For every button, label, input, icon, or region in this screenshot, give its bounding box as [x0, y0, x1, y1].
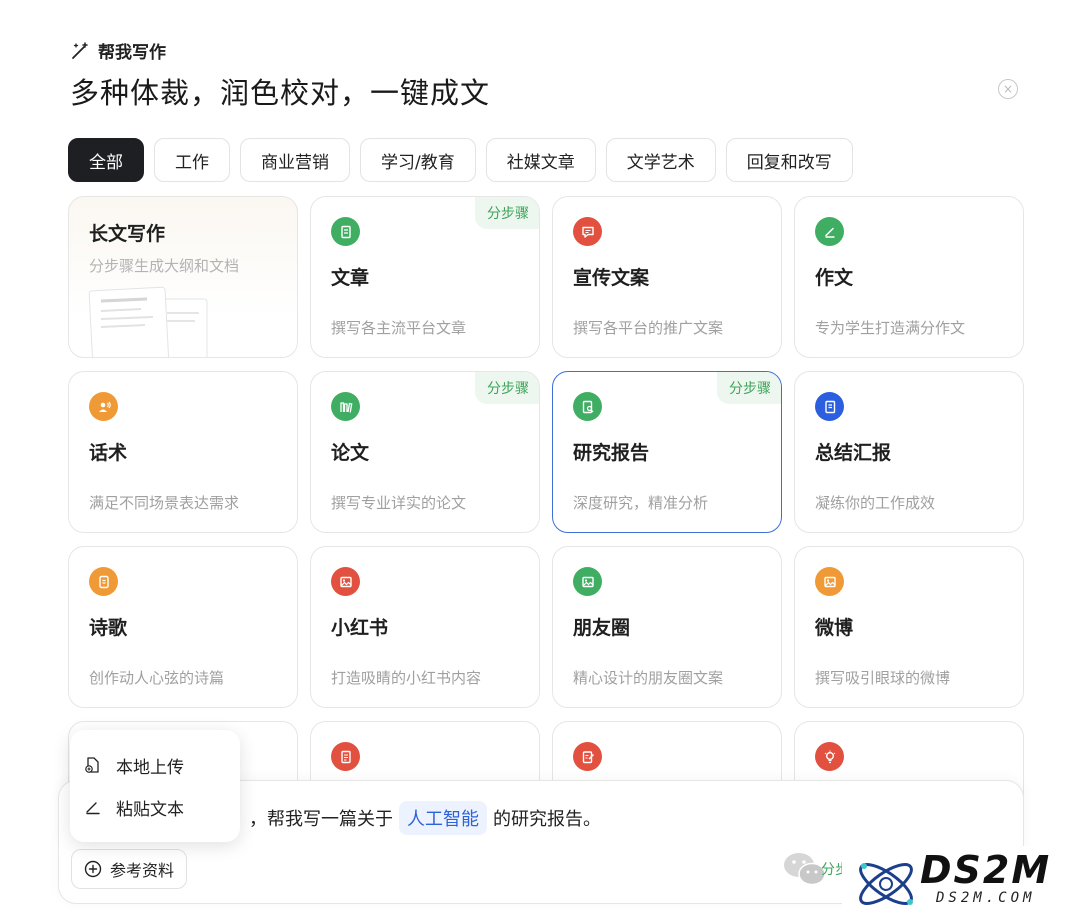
card-7[interactable]: 总结汇报凝练你的工作成效 [794, 371, 1024, 533]
tab-6[interactable]: 回复和改写 [725, 138, 853, 182]
watermark-logo: DS2M DS2M.COM [842, 846, 1080, 918]
card-desc: 撰写吸引眼球的微博 [815, 669, 951, 687]
card-2[interactable]: 宣传文案撰写各平台的推广文案 [552, 196, 782, 358]
card-title: 小红书 [331, 617, 389, 639]
card-desc: 创作动人心弦的诗篇 [89, 669, 225, 687]
image-icon [573, 567, 602, 596]
tab-5[interactable]: 文学艺术 [605, 138, 716, 182]
image-icon [331, 567, 360, 596]
card-title: 诗歌 [89, 617, 128, 639]
doc-search-icon [573, 392, 602, 421]
card-desc: 深度研究，精准分析 [573, 494, 709, 512]
card-desc: 撰写各主流平台文章 [331, 319, 467, 337]
card-desc: 凝练你的工作成效 [815, 494, 936, 512]
card-desc: 精心设计的朋友圈文案 [573, 669, 724, 687]
chat-bubble-icon [573, 217, 602, 246]
menu-item-paste[interactable]: 粘贴文本 [70, 786, 240, 828]
card-title: 话术 [89, 442, 128, 464]
tab-4[interactable]: 社媒文章 [485, 138, 596, 182]
card-title: 研究报告 [573, 442, 650, 464]
header-tag-label: 帮我写作 [98, 43, 166, 63]
reference-popup-menu: 本地上传 粘贴文本 [70, 730, 240, 842]
poem-icon [89, 567, 118, 596]
card-desc: 专为学生打造满分作文 [815, 319, 966, 337]
card-desc: 满足不同场景表达需求 [89, 494, 240, 512]
card-longform[interactable]: 长文写作 分步骤生成大纲和文档 [68, 196, 298, 358]
card-title: 作文 [815, 267, 854, 289]
card-10[interactable]: 朋友圈精心设计的朋友圈文案 [552, 546, 782, 708]
close-button[interactable]: × [998, 79, 1018, 99]
card-title: 总结汇报 [815, 442, 892, 464]
card-desc: 撰写专业详实的论文 [331, 494, 467, 512]
menu-item-paste-label: 粘贴文本 [116, 799, 184, 820]
menu-item-upload-label: 本地上传 [116, 757, 184, 778]
watermark-sub: DS2M.COM [936, 890, 1036, 906]
note-icon [331, 742, 360, 771]
card-5[interactable]: 论文撰写专业详实的论文 分步骤 [310, 371, 540, 533]
article-icon [331, 217, 360, 246]
menu-item-upload[interactable]: 本地上传 [70, 744, 240, 786]
books-icon [331, 392, 360, 421]
card-title: 朋友圈 [573, 617, 631, 639]
watermark-main: DS2M [920, 848, 1052, 892]
speaker-icon [89, 392, 118, 421]
step-badge: 分步骤 [717, 372, 781, 404]
card-title: 论文 [331, 442, 370, 464]
edit-doc-icon [573, 742, 602, 771]
topic-chip[interactable]: 人工智能 [399, 801, 487, 835]
card-desc: 分步骤生成大纲和文档 [89, 257, 240, 275]
pen-icon [815, 217, 844, 246]
image-icon [815, 567, 844, 596]
category-tabs: 全部 工作 商业营销 学习/教育 社媒文章 文学艺术 回复和改写 [68, 138, 853, 182]
card-1[interactable]: 文章撰写各主流平台文章 分步骤 [310, 196, 540, 358]
page-title: 多种体裁，润色校对，一键成文 [70, 76, 491, 110]
card-title: 文章 [331, 267, 370, 289]
magic-wand-icon [72, 41, 88, 59]
card-desc: 撰写各平台的推广文案 [573, 319, 724, 337]
step-badge: 分步骤 [475, 372, 539, 404]
notebook-icon [815, 392, 844, 421]
lightbulb-icon [815, 742, 844, 771]
file-upload-icon [85, 757, 99, 773]
header-tag: 帮我写作 [70, 38, 166, 63]
prompt-after: 的研究报告。 [493, 809, 601, 830]
tab-2[interactable]: 商业营销 [240, 138, 350, 182]
atom-logo-icon [859, 863, 913, 905]
card-11[interactable]: 微博撰写吸引眼球的微博 [794, 546, 1024, 708]
plus-circle-icon [84, 860, 102, 878]
card-6[interactable]: 研究报告深度研究，精准分析 分步骤 [552, 371, 782, 533]
card-title: 微博 [815, 617, 854, 639]
reference-button[interactable]: 参考资料 [71, 849, 188, 889]
close-icon: × [1002, 82, 1014, 96]
prompt-text[interactable]: ，帮我写一篇关于 人工智能 的研究报告。 [249, 801, 601, 835]
card-title: 宣传文案 [573, 267, 650, 289]
card-title: 长文写作 [89, 223, 166, 245]
pen-icon [86, 802, 100, 815]
tab-3[interactable]: 学习/教育 [360, 138, 476, 182]
tab-0[interactable]: 全部 [68, 138, 144, 182]
step-badge: 分步骤 [475, 197, 539, 229]
card-desc: 打造吸睛的小红书内容 [331, 669, 482, 687]
reference-label: 参考资料 [110, 861, 175, 880]
prompt-before: ，帮我写一篇关于 [249, 809, 393, 830]
card-4[interactable]: 话术满足不同场景表达需求 [68, 371, 298, 533]
tab-1[interactable]: 工作 [154, 138, 230, 182]
card-9[interactable]: 小红书打造吸睛的小红书内容 [310, 546, 540, 708]
card-8[interactable]: 诗歌创作动人心弦的诗篇 [68, 546, 298, 708]
card-3[interactable]: 作文专为学生打造满分作文 [794, 196, 1024, 358]
documents-illustration [88, 286, 208, 357]
